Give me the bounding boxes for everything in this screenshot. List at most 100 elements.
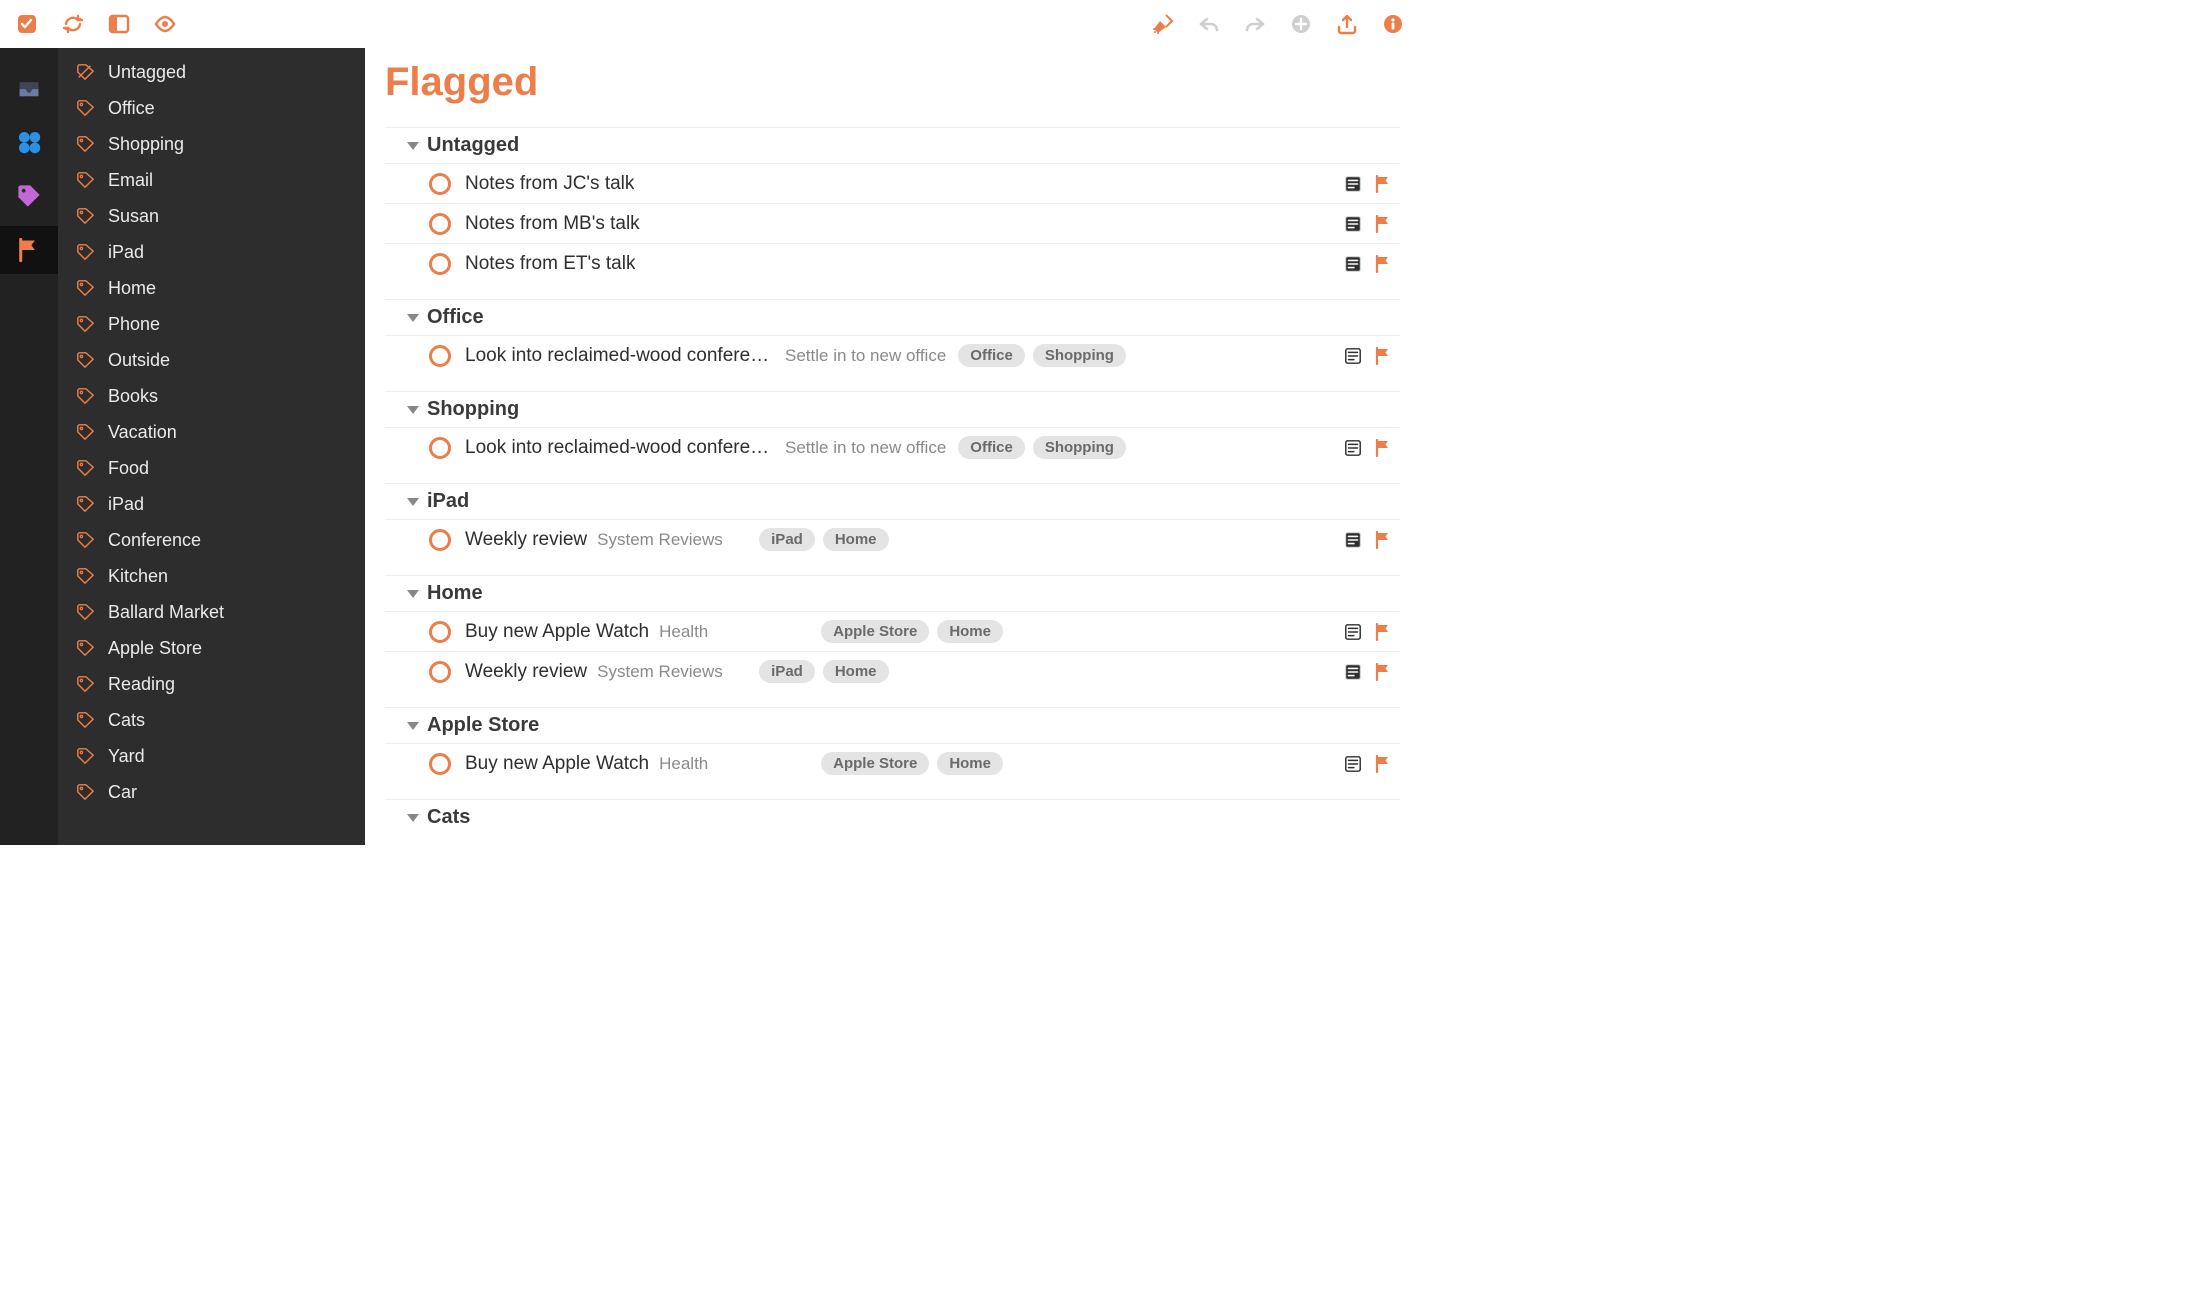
group-header-home[interactable]: Home [385,575,1400,611]
sidebar-item-outside[interactable]: Outside [58,342,365,378]
sidebar-toggle-icon[interactable] [106,11,132,37]
tag-pill[interactable]: Apple Store [821,752,929,775]
sidebar-item-conference[interactable]: Conference [58,522,365,558]
info-icon[interactable] [1380,11,1406,37]
rail-projects[interactable] [0,118,58,166]
tag-pill[interactable]: Apple Store [821,620,929,643]
tag-pill[interactable]: Home [937,620,1003,643]
sidebar-item-ipad[interactable]: iPad [58,234,365,270]
tag-icon [74,783,96,801]
sidebar-item-home[interactable]: Home [58,270,365,306]
task-row[interactable]: Weekly reviewSystem ReviewsiPadHome [385,519,1400,559]
sidebar-item-office[interactable]: Office [58,90,365,126]
tag-pill[interactable]: Shopping [1033,436,1126,459]
task-checkbox[interactable] [429,529,451,551]
chevron-down-icon [407,406,419,414]
tag-pill[interactable]: Home [937,752,1003,775]
task-project: System Reviews [597,530,747,550]
note-icon[interactable] [1344,347,1362,365]
sidebar-item-apple-store[interactable]: Apple Store [58,630,365,666]
tag-icon [74,531,96,549]
group-name: Untagged [427,134,519,157]
cleanup-icon[interactable] [1150,11,1176,37]
tag-pill[interactable]: iPad [759,528,815,551]
flag-icon[interactable] [1374,623,1392,641]
note-icon[interactable] [1344,623,1362,641]
sidebar-item-email[interactable]: Email [58,162,365,198]
add-icon[interactable] [1288,11,1314,37]
sync-icon[interactable] [60,11,86,37]
task-checkbox[interactable] [429,253,451,275]
task-checkbox[interactable] [429,437,451,459]
sidebar-item-reading[interactable]: Reading [58,666,365,702]
rail-tags[interactable] [0,172,58,220]
sidebar-item-shopping[interactable]: Shopping [58,126,365,162]
task-title: Notes from JC's talk [465,173,634,195]
task-row[interactable]: Look into reclaimed-wood conferen…Settle… [385,335,1400,375]
check-icon[interactable] [14,11,40,37]
task-row[interactable]: Weekly reviewSystem ReviewsiPadHome [385,651,1400,691]
task-checkbox[interactable] [429,173,451,195]
tag-pill[interactable]: Office [958,436,1025,459]
flag-icon[interactable] [1374,663,1392,681]
rail-inbox[interactable] [0,64,58,112]
sidebar-item-car[interactable]: Car [58,774,365,810]
sidebar-item-ballard-market[interactable]: Ballard Market [58,594,365,630]
sidebar-item-books[interactable]: Books [58,378,365,414]
task-checkbox[interactable] [429,661,451,683]
redo-icon[interactable] [1242,11,1268,37]
group-header-office[interactable]: Office [385,299,1400,335]
sidebar-item-susan[interactable]: Susan [58,198,365,234]
tag-icon [74,747,96,765]
note-icon[interactable] [1344,215,1362,233]
note-icon[interactable] [1344,439,1362,457]
group-header-ipad[interactable]: iPad [385,483,1400,519]
group-header-cats[interactable]: Cats [385,799,1400,835]
chevron-down-icon [407,314,419,322]
sidebar-item-ipad[interactable]: iPad [58,486,365,522]
sidebar-item-label: Phone [108,314,160,335]
task-checkbox[interactable] [429,345,451,367]
task-checkbox[interactable] [429,753,451,775]
sidebar-item-untagged[interactable]: Untagged [58,54,365,90]
task-row[interactable]: Notes from MB's talk [385,203,1400,243]
flag-icon[interactable] [1374,215,1392,233]
tag-pill[interactable]: Shopping [1033,344,1126,367]
flag-icon[interactable] [1374,531,1392,549]
note-icon[interactable] [1344,663,1362,681]
note-icon[interactable] [1344,755,1362,773]
sidebar-item-food[interactable]: Food [58,450,365,486]
tag-pill[interactable]: Home [823,660,889,683]
tag-pill[interactable]: Office [958,344,1025,367]
sidebar-item-phone[interactable]: Phone [58,306,365,342]
flag-icon[interactable] [1374,255,1392,273]
tag-pill[interactable]: iPad [759,660,815,683]
group-header-shopping[interactable]: Shopping [385,391,1400,427]
task-row[interactable]: Buy new Apple WatchHealthApple StoreHome [385,743,1400,783]
group-header-apple-store[interactable]: Apple Store [385,707,1400,743]
sidebar-item-vacation[interactable]: Vacation [58,414,365,450]
note-icon[interactable] [1344,531,1362,549]
flag-icon[interactable] [1374,439,1392,457]
rail-flagged[interactable] [0,226,58,274]
task-row[interactable]: Buy new Apple WatchHealthApple StoreHome [385,611,1400,651]
sidebar-item-cats[interactable]: Cats [58,702,365,738]
note-icon[interactable] [1344,175,1362,193]
group-header-untagged[interactable]: Untagged [385,127,1400,163]
tag-pill[interactable]: Home [823,528,889,551]
task-row[interactable]: Notes from JC's talk [385,163,1400,203]
note-icon[interactable] [1344,255,1362,273]
sidebar-item-kitchen[interactable]: Kitchen [58,558,365,594]
flag-icon[interactable] [1374,755,1392,773]
undo-icon[interactable] [1196,11,1222,37]
flag-icon[interactable] [1374,347,1392,365]
flag-icon[interactable] [1374,175,1392,193]
eye-icon[interactable] [152,11,178,37]
task-checkbox[interactable] [429,213,451,235]
sidebar-item-yard[interactable]: Yard [58,738,365,774]
task-row[interactable]: Notes from ET's talk [385,243,1400,283]
task-checkbox[interactable] [429,621,451,643]
task-row[interactable]: Look into reclaimed-wood conferen…Settle… [385,427,1400,467]
tag-icon [74,639,96,657]
export-icon[interactable] [1334,11,1360,37]
